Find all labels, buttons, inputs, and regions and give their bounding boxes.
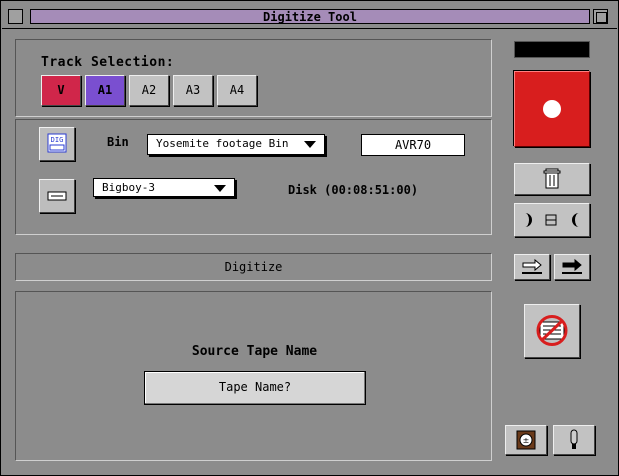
dig-icon: DIG xyxy=(47,133,67,153)
mode-bar[interactable]: Digitize xyxy=(15,253,492,281)
microphone-button[interactable] xyxy=(553,425,595,455)
deck-icon xyxy=(47,191,67,201)
audio-icon: ± xyxy=(516,430,536,450)
svg-text:±: ± xyxy=(523,436,530,445)
bin-popup[interactable]: Yosemite footage Bin xyxy=(147,134,325,155)
bin-selected: Yosemite footage Bin xyxy=(156,137,289,150)
source-tape-panel: Source Tape Name Tape Name? xyxy=(15,291,492,461)
device-button[interactable] xyxy=(39,179,75,213)
transfer-icon xyxy=(522,258,542,274)
resolution-field[interactable]: AVR70 xyxy=(361,134,465,156)
window-title: Digitize Tool xyxy=(263,10,357,24)
track-button-a4[interactable]: A4 xyxy=(217,75,257,106)
audio-tool-button[interactable]: ± xyxy=(505,425,547,455)
chevron-down-icon xyxy=(304,141,316,148)
bin-label: Bin xyxy=(107,135,129,149)
microphone-icon xyxy=(570,429,578,449)
track-button-a1[interactable]: A1 xyxy=(85,75,125,106)
track-button-a2[interactable]: A2 xyxy=(129,75,169,106)
close-box[interactable] xyxy=(8,9,23,24)
track-button-a3[interactable]: A3 xyxy=(173,75,213,106)
moon-hourglass-icon xyxy=(525,213,579,227)
zoom-box[interactable] xyxy=(593,9,608,24)
record-button[interactable] xyxy=(514,71,590,147)
source-tape-label: Source Tape Name xyxy=(191,344,318,359)
no-deck-icon xyxy=(536,315,568,346)
dig-icon-label: DIG xyxy=(51,136,64,144)
title-bar[interactable]: Digitize Tool xyxy=(2,2,617,29)
record-icon xyxy=(543,100,561,118)
no-deck-button[interactable] xyxy=(524,304,580,358)
device-selected: Bigboy-3 xyxy=(102,181,155,194)
track-selection-title: Track Selection: xyxy=(41,55,175,70)
level-meter xyxy=(514,41,590,58)
transfer-left-button[interactable] xyxy=(514,254,550,280)
digitize-video-button[interactable]: DIG xyxy=(39,127,75,161)
trash-button[interactable] xyxy=(514,163,590,195)
transfer-icon xyxy=(562,258,582,274)
track-button-v[interactable]: V xyxy=(41,75,81,106)
device-popup[interactable]: Bigboy-3 xyxy=(93,178,235,197)
tape-name-field[interactable]: Tape Name? xyxy=(144,371,366,405)
disk-space-label: Disk (00:08:51:00) xyxy=(288,183,419,197)
trash-icon xyxy=(543,168,561,189)
digitize-tool-window: Digitize Tool Track Selection: V A1 A2 A… xyxy=(0,0,619,476)
chevron-down-icon xyxy=(214,185,226,192)
title-strip: Digitize Tool xyxy=(30,9,590,24)
time-mode-buttons[interactable] xyxy=(514,203,590,237)
transfer-right-button[interactable] xyxy=(554,254,590,280)
